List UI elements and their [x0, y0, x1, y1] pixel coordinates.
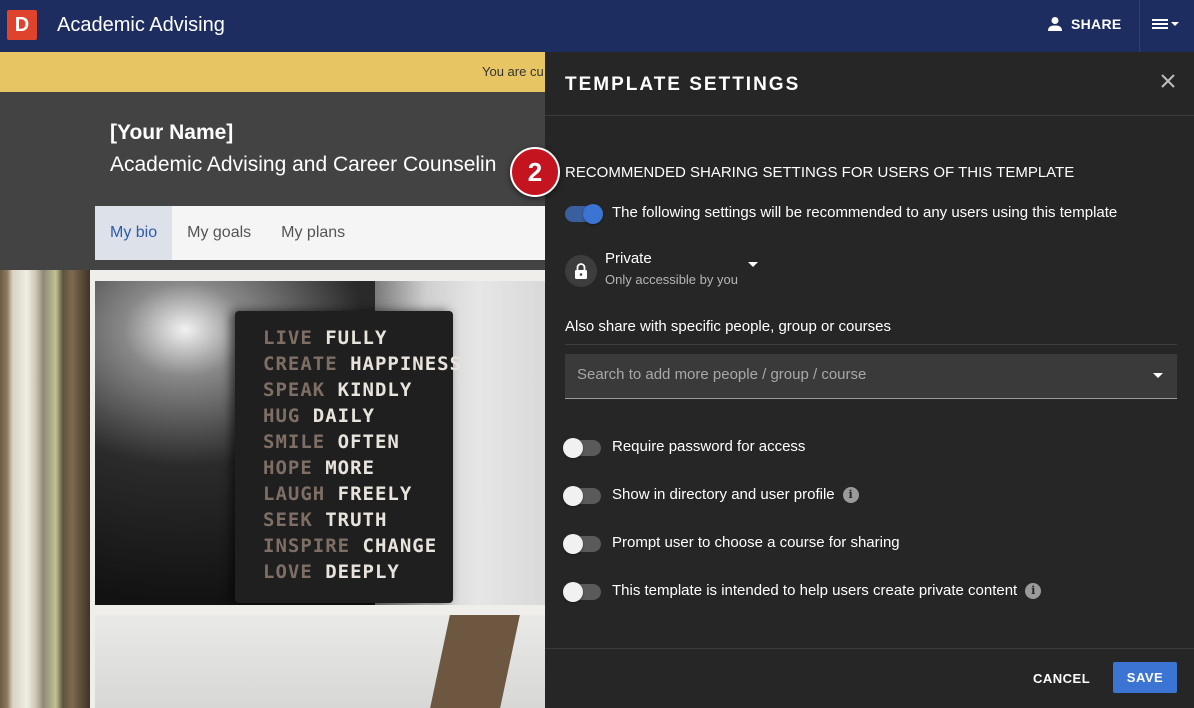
- board-line: SPEAK KINDLY: [263, 379, 413, 401]
- tab-my-bio[interactable]: My bio: [95, 206, 173, 260]
- info-icon[interactable]: i: [1025, 582, 1042, 599]
- panel-title: TEMPLATE SETTINGS: [565, 74, 801, 95]
- toggle-knob: [563, 534, 583, 554]
- prompt-course-label: Prompt user to choose a course for shari…: [612, 534, 900, 551]
- lock-icon-circle: [565, 255, 597, 287]
- person-icon: [1048, 17, 1062, 31]
- private-content-label: This template is intended to help users …: [612, 582, 1042, 599]
- page-header: [Your Name] Academic Advising and Career…: [0, 92, 545, 270]
- privacy-label: Private: [605, 250, 652, 267]
- board-line: SMILE OFTEN: [263, 431, 400, 453]
- lock-icon: [575, 263, 587, 279]
- share-search-input[interactable]: [577, 366, 1137, 383]
- share-search-field[interactable]: [565, 354, 1177, 399]
- board-line: INSPIRE CHANGE: [263, 535, 438, 557]
- privacy-dropdown[interactable]: Private Only accessible by you: [565, 250, 758, 287]
- page-tabs: My bio My goals My plans: [95, 206, 545, 260]
- cancel-button[interactable]: CANCEL: [1021, 667, 1102, 690]
- guitar-photo: [95, 615, 545, 708]
- quote-board: LIVE FULLY CREATE HAPPINESS SPEAK KINDLY…: [235, 311, 461, 603]
- divider: [565, 344, 1177, 345]
- show-in-directory-label: Show in directory and user profile i: [612, 486, 859, 503]
- menu-divider: [1139, 0, 1140, 52]
- board-line: HUG DAILY: [263, 405, 375, 427]
- panel-header: TEMPLATE SETTINGS: [545, 52, 1194, 116]
- close-button[interactable]: [1160, 73, 1176, 94]
- share-label: SHARE: [1071, 16, 1122, 32]
- tab-my-goals[interactable]: My goals: [172, 206, 266, 260]
- board-line: CREATE HAPPINESS: [263, 353, 463, 375]
- app-logo[interactable]: D: [7, 10, 37, 40]
- top-bar: D Academic Advising SHARE: [0, 0, 1194, 52]
- share-with-label: Also share with specific people, group o…: [565, 318, 892, 335]
- step-number-badge: 2: [510, 147, 560, 197]
- prompt-course-toggle[interactable]: [563, 534, 601, 554]
- recommend-settings-toggle[interactable]: [565, 204, 603, 224]
- share-button[interactable]: SHARE: [1047, 16, 1122, 32]
- template-settings-panel: TEMPLATE SETTINGS RECOMMENDED SHARING SE…: [545, 52, 1194, 708]
- toggle-knob: [563, 438, 583, 458]
- books-photo: [0, 270, 90, 708]
- require-password-label: Require password for access: [612, 438, 806, 455]
- sharing-section-heading: RECOMMENDED SHARING SETTINGS FOR USERS O…: [565, 164, 1075, 181]
- close-icon: [1161, 74, 1175, 88]
- info-icon[interactable]: i: [842, 486, 859, 503]
- toggle-knob: [583, 204, 603, 224]
- notice-banner: You are cu: [0, 52, 545, 92]
- toggle-knob: [563, 582, 583, 602]
- board-line: LIVE FULLY: [263, 327, 388, 349]
- save-button[interactable]: SAVE: [1113, 662, 1177, 693]
- show-in-directory-toggle[interactable]: [563, 486, 601, 506]
- tab-my-plans[interactable]: My plans: [266, 206, 360, 260]
- panel-footer: CANCEL SAVE: [545, 648, 1194, 708]
- board-line: LOVE DEEPLY: [263, 561, 400, 583]
- toggle-knob: [563, 486, 583, 506]
- recommend-settings-label: The following settings will be recommend…: [612, 204, 1118, 221]
- owner-name: [Your Name]: [110, 121, 234, 144]
- caret-down-icon: [1171, 22, 1179, 26]
- board-line: SEEK TRUTH: [263, 509, 388, 531]
- privacy-text: Private Only accessible by you: [605, 250, 738, 287]
- private-content-toggle[interactable]: [563, 582, 601, 602]
- require-password-toggle[interactable]: [563, 438, 601, 458]
- page-subtitle: Academic Advising and Career Counselin: [110, 153, 497, 176]
- inspiration-photo: LIVE FULLY CREATE HAPPINESS SPEAK KINDLY…: [95, 281, 545, 605]
- caret-down-icon: [747, 262, 758, 267]
- caret-down-icon[interactable]: [1153, 373, 1163, 379]
- board-line: HOPE MORE: [263, 457, 375, 479]
- notice-text: You are cu: [482, 64, 544, 79]
- guitar-neck: [430, 615, 520, 708]
- app-title: Academic Advising: [57, 14, 225, 36]
- board-line: LAUGH FREELY: [263, 483, 413, 505]
- main-menu-button[interactable]: [1152, 17, 1179, 31]
- hamburger-menu-icon: [1152, 19, 1168, 29]
- privacy-description: Only accessible by you: [605, 272, 738, 287]
